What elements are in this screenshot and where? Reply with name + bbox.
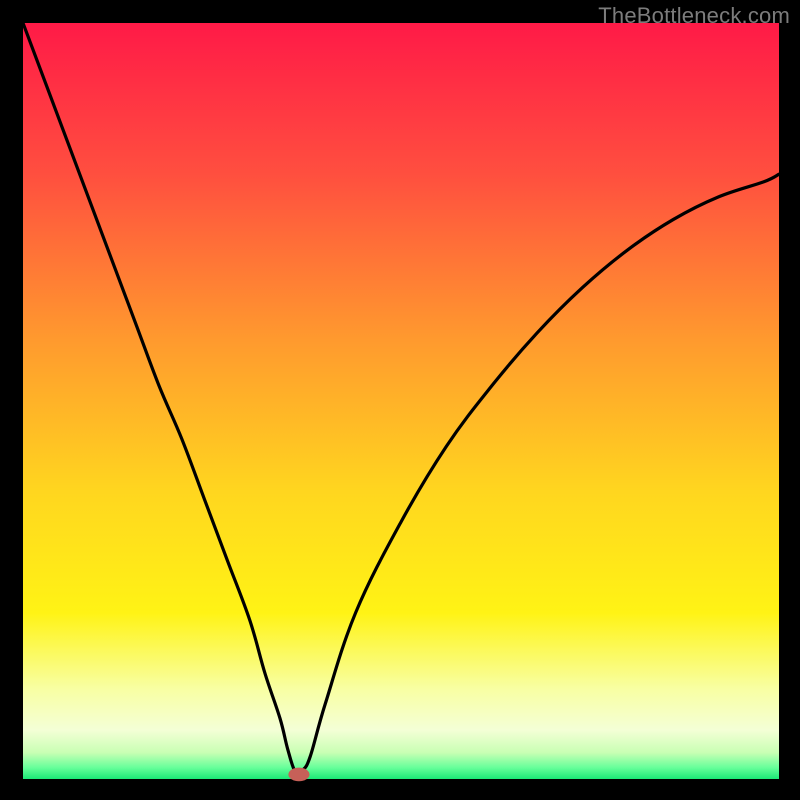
optimal-point-marker [288,768,309,782]
chart-stage: TheBottleneck.com [0,0,800,800]
bottleneck-curve [23,23,779,773]
watermark-text: TheBottleneck.com [598,3,790,29]
plot-area [23,23,779,779]
curve-layer [23,23,779,779]
